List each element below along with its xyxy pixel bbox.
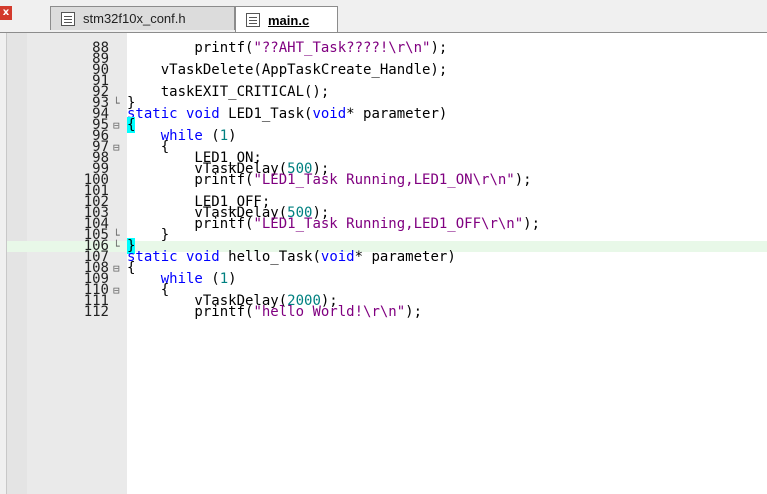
- fold-end-icon: └: [113, 240, 120, 253]
- left-panel-edge: [0, 33, 7, 494]
- code-line[interactable]: 98 LED1_ON;: [7, 151, 767, 165]
- code-line[interactable]: 101: [7, 184, 767, 198]
- code-line[interactable]: 96 while (1): [7, 129, 767, 143]
- code-line[interactable]: 97 ⊟ {: [7, 140, 767, 154]
- file-icon: [61, 11, 75, 26]
- fold-end-icon: └: [113, 97, 120, 110]
- code-text: printf("LED1_Task Running,LED1_ON\r\n");: [127, 172, 532, 188]
- code-text: printf("LED1_Task Running,LED1_OFF\r\n")…: [127, 216, 541, 232]
- code-line[interactable]: 110 ⊟ {: [7, 283, 767, 297]
- code-line[interactable]: 112 printf("hello World!\r\n");: [7, 304, 767, 320]
- tab-main-c[interactable]: main.c: [235, 6, 338, 33]
- code-line[interactable]: 105 └ }: [7, 228, 767, 242]
- code-text: static void hello_Task(void* parameter): [127, 249, 456, 265]
- code-line[interactable]: 109 while (1): [7, 272, 767, 286]
- code-line[interactable]: 91: [7, 74, 767, 88]
- fold-collapse-icon[interactable]: ⊟: [113, 285, 120, 296]
- tab-label: main.c: [268, 12, 310, 28]
- code-line[interactable]: 102 LED1_OFF;: [7, 195, 767, 209]
- fold-collapse-icon[interactable]: ⊟: [113, 263, 120, 274]
- code-text: taskEXIT_CRITICAL();: [127, 84, 330, 100]
- code-line[interactable]: 108 ⊟{: [7, 261, 767, 275]
- code-line[interactable]: 88 printf("??AHT_Task????!\r\n");: [7, 40, 767, 56]
- code-text: printf("??AHT_Task????!\r\n");: [127, 40, 448, 56]
- fold-collapse-icon[interactable]: ⊟: [113, 142, 120, 153]
- code-line[interactable]: 107 static void hello_Task(void* paramete…: [7, 249, 767, 265]
- code-text: static void LED1_Task(void* parameter): [127, 106, 448, 122]
- code-text: vTaskDelete(AppTaskCreate_Handle);: [127, 62, 448, 78]
- line-number: 112: [83, 304, 109, 320]
- tab-stm32f10x-conf-h[interactable]: stm32f10x_conf.h: [50, 6, 235, 30]
- code-line[interactable]: 100 printf("LED1_Task Running,LED1_ON\r\…: [7, 172, 767, 188]
- code-line[interactable]: 92 taskEXIT_CRITICAL();: [7, 84, 767, 100]
- editor-tab-bar: x stm32f10x_conf.h main.c: [0, 0, 767, 33]
- close-icon[interactable]: x: [0, 6, 12, 20]
- code-line[interactable]: 94 static void LED1_Task(void* parameter): [7, 106, 767, 122]
- code-editor[interactable]: 88 printf("??AHT_Task????!\r\n"); 89 90 vT…: [7, 33, 767, 494]
- fold-collapse-icon[interactable]: ⊟: [113, 120, 120, 131]
- code-line[interactable]: 104 printf("LED1_Task Running,LED1_OFF\r…: [7, 216, 767, 232]
- tab-label: stm32f10x_conf.h: [83, 11, 186, 26]
- file-icon: [246, 13, 260, 27]
- code-line[interactable]: 95 ⊟{: [7, 117, 767, 133]
- code-line[interactable]: 90 vTaskDelete(AppTaskCreate_Handle);: [7, 62, 767, 78]
- code-text: printf("hello World!\r\n");: [127, 304, 423, 320]
